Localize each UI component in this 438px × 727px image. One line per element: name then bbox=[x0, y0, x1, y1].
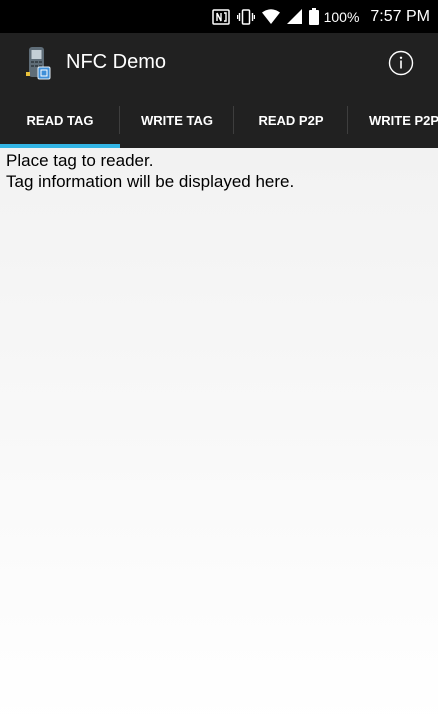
tag-info-panel: Place tag to reader. Tag information wil… bbox=[0, 148, 438, 727]
tab-label: WRITE P2P bbox=[369, 112, 438, 128]
tab-label: READ P2P bbox=[258, 112, 324, 128]
tab-read-tag[interactable]: READ TAG bbox=[0, 92, 120, 148]
clock: 7:57 PM bbox=[370, 7, 430, 25]
info-placeholder-text: Tag information will be displayed here. bbox=[6, 172, 295, 191]
tab-write-p2p[interactable]: WRITE P2P bbox=[348, 92, 438, 148]
tab-write-tag[interactable]: WRITE TAG bbox=[120, 92, 234, 148]
wifi-icon bbox=[261, 9, 280, 24]
info-button[interactable] bbox=[388, 50, 414, 76]
tab-bar: READ TAG WRITE TAG READ P2P WRITE P2P bbox=[0, 92, 438, 148]
handheld-device-icon bbox=[24, 46, 54, 80]
app-bar: NFC Demo bbox=[0, 33, 438, 92]
app-title: NFC Demo bbox=[66, 51, 167, 73]
tab-read-p2p[interactable]: READ P2P bbox=[234, 92, 348, 148]
tab-label: READ TAG bbox=[26, 112, 94, 128]
nfc-icon bbox=[211, 8, 230, 25]
tab-label: WRITE TAG bbox=[141, 112, 213, 128]
status-bar: 100% 7:57 PM bbox=[0, 0, 438, 33]
signal-icon bbox=[286, 9, 302, 24]
battery-percent: 100% bbox=[323, 8, 360, 25]
battery-icon bbox=[308, 8, 319, 25]
info-icon bbox=[388, 50, 414, 75]
instruction-text: Place tag to reader. bbox=[6, 151, 154, 170]
vibrate-icon bbox=[236, 8, 255, 25]
